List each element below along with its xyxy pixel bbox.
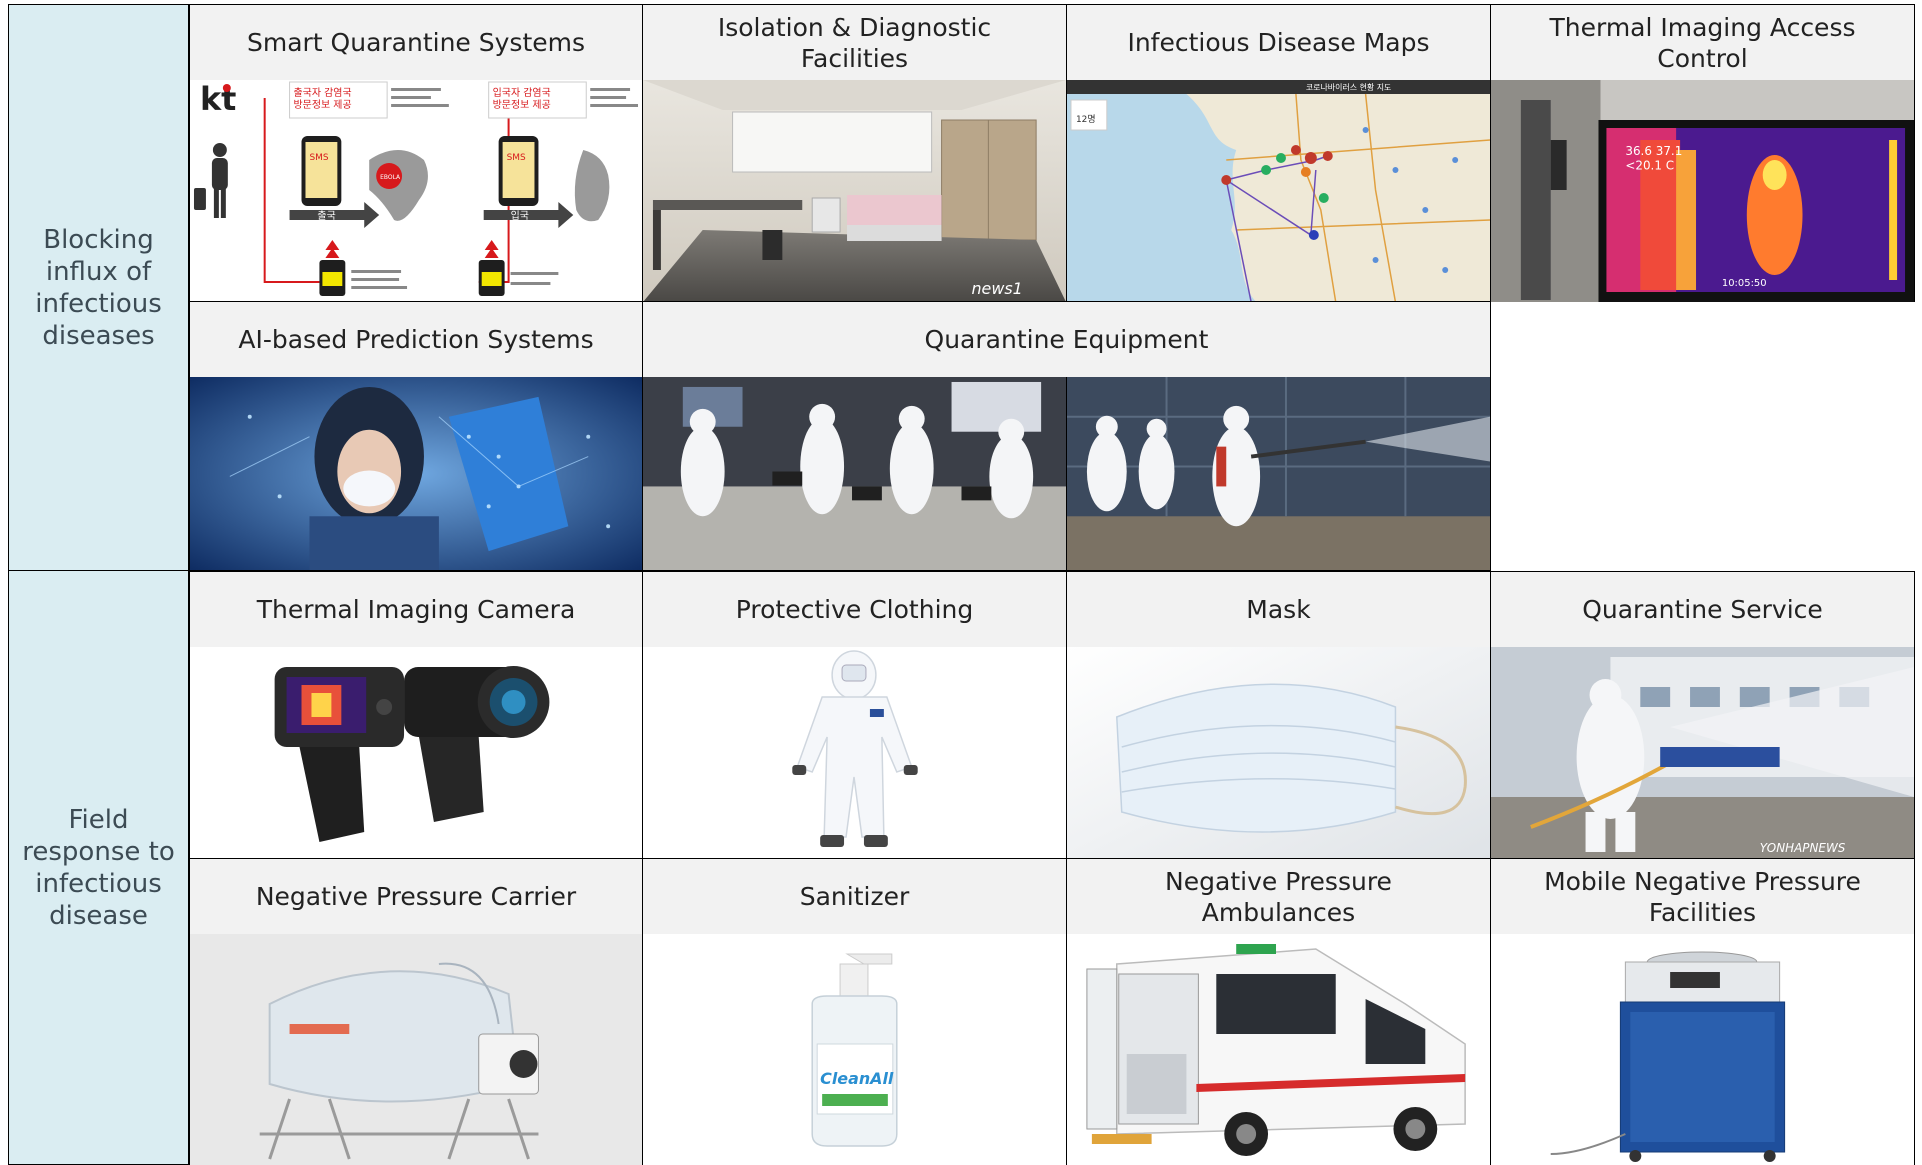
image-smart-quarantine: kt 출국자 감염국 방문정보 제공 입국자 감염국 방문정보 제공 SMS S… [189,80,643,302]
negative-pressure-unit [1619,951,1786,1162]
protective-suit-photo [643,647,1066,859]
face-mask [343,470,396,507]
map-count: 12명 [1076,114,1096,125]
caption-text: Mobile Negative Pressure Facilities [1544,866,1861,927]
sanitizer-bottle-photo: CleanAll [643,934,1066,1165]
cabinet [811,197,841,233]
mobile-negative-pressure-unit-photo [1491,934,1914,1165]
kt-logo-dot [222,84,231,92]
arrive-label: 입국 [511,209,529,222]
image-neg-carrier [189,934,643,1165]
thermal-camera-photo [190,647,642,859]
ambulance-photo [1067,934,1490,1165]
disinfection-station-photo [643,377,1066,570]
caption-text: Thermal Imaging Access Control [1549,12,1856,73]
thermal-time: 10:05:50 [1722,278,1767,289]
banner [1660,747,1780,767]
caption-text: Protective Clothing [735,595,974,624]
caption-mask: Mask [1066,571,1491,648]
caption-quarantine-equipment: Quarantine Equipment [642,301,1491,378]
caption-neg-carrier: Negative Pressure Carrier [189,858,643,935]
caption-text: Negative Pressure Ambulances [1165,866,1392,927]
image-ai-prediction [189,377,643,571]
thermal-readout: 36.6 37.1 <20.1 C [1625,144,1682,172]
bed [847,195,942,225]
image-disinfection-spraying [1066,377,1491,571]
caption-sanitizer: Sanitizer [642,858,1067,935]
cleanall-label: CleanAll [820,1069,894,1088]
sms-label: SMS [309,153,328,163]
thermal-access-photo: 36.6 37.1 <20.1 C 10:05:50 [1491,80,1914,302]
section-label-blocking: Blocking influx of infectious diseases [8,4,189,571]
stretcher [1091,1134,1152,1144]
caption-text: Quarantine Equipment [924,325,1209,354]
surgical-mask-photo [1067,647,1490,859]
image-isolation-room: news1 [642,80,1067,302]
caption-disease-maps: Infectious Disease Maps [1066,4,1491,81]
caption-text: Smart Quarantine Systems [246,28,586,57]
person-silhouette [1550,140,1567,190]
caption-text: Negative Pressure Carrier [255,882,577,911]
desk [652,200,803,210]
sms-label: SMS [507,153,526,163]
section-label-field: Field response to infectious disease [8,570,189,1165]
image-quarantine-service: YONHAPNEWS [1490,647,1915,859]
caption-text: Quarantine Service [1582,595,1823,624]
image-thermal-camera [189,647,643,859]
pavement [1067,516,1490,570]
inbound-title: 입국자 감염국 방문정보 제공 [493,86,551,111]
ai-prediction-photo [190,377,642,570]
section-label-field-text: Field response to infectious disease [22,804,175,931]
kt-logo: kt [200,80,236,118]
map-header: 코로나바이러스 현황 지도 [1306,82,1392,92]
caption-thermal-camera: Thermal Imaging Camera [189,571,643,648]
caption-text: Infectious Disease Maps [1127,28,1430,57]
caption-quarantine-service: Quarantine Service [1490,571,1915,648]
caption-smart-quarantine: Smart Quarantine Systems [189,4,643,81]
image-disinfection-station [642,377,1067,571]
disinfection-spraying-photo [1067,377,1490,570]
caption-text: Sanitizer [799,882,910,911]
image-mask [1066,647,1491,859]
quarantine-service-photo: YONHAPNEWS [1491,647,1914,859]
smart-quarantine-diagram: kt 출국자 감염국 방문정보 제공 입국자 감염국 방문정보 제공 SMS S… [190,80,642,302]
caption-protective-clothing: Protective Clothing [642,571,1067,648]
caption-mobile-neg: Mobile Negative Pressure Facilities [1490,858,1915,935]
image-protective-clothing [642,647,1067,859]
news1-watermark: news1 [971,279,1022,298]
negative-pressure-carrier-photo [190,934,642,1165]
caption-text: Mask [1246,595,1311,624]
caption-ai-prediction: AI-based Prediction Systems [189,301,643,378]
isolation-room-photo: news1 [643,80,1066,302]
mask-body [1115,683,1397,833]
caption-text: AI-based Prediction Systems [238,325,594,354]
image-thermal-access: 36.6 37.1 <20.1 C 10:05:50 [1490,80,1915,302]
ebola-label: EBOLA [380,174,401,181]
image-mobile-neg [1490,934,1915,1165]
map-header-bar [1067,80,1490,94]
ground [1491,797,1914,859]
image-sanitizer: CleanAll [642,934,1067,1165]
caption-text: Thermal Imaging Camera [256,595,576,624]
door-frame [1520,100,1551,300]
outbound-title: 출국자 감염국 방문정보 제공 [294,87,352,111]
figure-grid: Blocking influx of infectious diseases F… [0,0,1922,1165]
chair [762,230,783,260]
image-neg-ambulance [1066,934,1491,1165]
caption-neg-ambulance: Negative Pressure Ambulances [1066,858,1491,935]
window [732,111,933,173]
caption-isolation-facilities: Isolation & Diagnostic Facilities [642,4,1067,81]
caption-thermal-access: Thermal Imaging Access Control [1490,4,1915,81]
image-disease-map: 코로나바이러스 현황 지도 12명 [1066,80,1491,302]
caption-text: Isolation & Diagnostic Facilities [717,12,992,73]
disease-map-graphic: 코로나바이러스 현황 지도 12명 [1067,80,1490,302]
section-label-blocking-text: Blocking influx of infectious diseases [35,224,162,351]
depart-label: 출국 [317,210,335,222]
yonhap-watermark: YONHAPNEWS [1760,841,1846,855]
